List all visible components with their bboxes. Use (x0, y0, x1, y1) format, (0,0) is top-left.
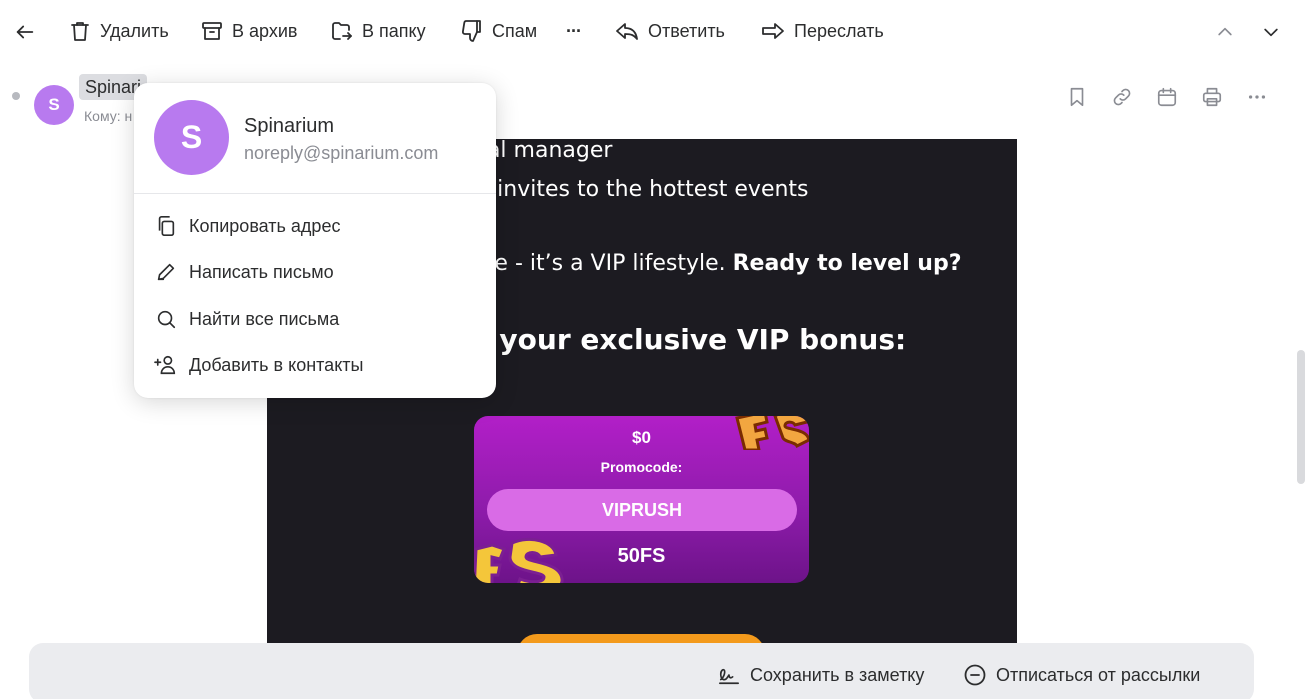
email-line-3-text: me - it’s a VIP lifestyle. (473, 251, 733, 276)
delete-button[interactable]: Удалить (68, 16, 169, 46)
chevron-down-icon (1264, 28, 1278, 37)
more-icon (1248, 94, 1265, 99)
delete-label: Удалить (100, 20, 169, 41)
forward-label: Переслать (794, 20, 884, 41)
add-contact-icon (154, 353, 178, 377)
write-letter-item[interactable]: Написать письмо (154, 257, 334, 287)
forward-icon (762, 23, 784, 39)
scrollbar (1295, 62, 1309, 699)
folder-move-icon (332, 22, 352, 40)
move-to-folder-button[interactable]: В папку (330, 16, 426, 46)
thumbs-down-icon (462, 20, 481, 42)
copy-address-label: Копировать адрес (189, 215, 341, 236)
move-to-folder-label: В папку (362, 20, 426, 41)
back-button[interactable] (12, 19, 38, 45)
message-actions (1064, 84, 1269, 109)
reply-button[interactable]: Ответить (614, 16, 725, 46)
copy-address-item[interactable]: Копировать адрес (154, 211, 340, 241)
next-message-button[interactable] (1258, 19, 1284, 45)
email-heading: s your exclusive VIP bonus: (473, 323, 907, 356)
email-line-3-bold: Ready to level up? (732, 251, 962, 276)
popup-divider (134, 193, 496, 194)
copy-link-button[interactable] (1109, 84, 1134, 109)
mail-view: Удалить В архив В папку Спам ··· Ответит… (0, 0, 1309, 699)
calendar-button[interactable] (1154, 84, 1179, 109)
reply-icon (616, 23, 638, 40)
reply-label: Ответить (648, 20, 725, 41)
bookmark-button[interactable] (1064, 84, 1089, 109)
unsubscribe-label: Отписаться от рассылки (996, 664, 1201, 685)
previous-message-button[interactable] (1212, 19, 1238, 45)
chevron-up-icon (1218, 27, 1232, 36)
spam-button[interactable]: Спам (460, 16, 537, 46)
popup-sender-email: noreply@spinarium.com (244, 143, 439, 163)
arrow-left-icon (16, 25, 34, 39)
bookmark-icon (1070, 87, 1083, 106)
add-to-contacts-item[interactable]: Добавить в контакты (154, 350, 363, 380)
add-to-contacts-label: Добавить в контакты (189, 354, 364, 375)
promo-label: Promocode: (600, 459, 683, 475)
toolbar-more-button[interactable]: ··· (566, 16, 582, 46)
more-dots-icon: ··· (566, 20, 582, 41)
forward-button[interactable]: Переслать (760, 16, 884, 46)
print-icon (1202, 87, 1221, 106)
archive-icon (202, 22, 222, 40)
calendar-icon (1157, 87, 1176, 106)
popup-sender-name: Spinarium (244, 115, 335, 137)
unsubscribe-button[interactable]: Отписаться от рассылки (963, 661, 1200, 689)
promo-amount: $0 (632, 428, 651, 447)
promo-card: $0 Promocode: VIPRUSH 50FS (474, 416, 809, 583)
archive-button[interactable]: В архив (200, 16, 297, 46)
archive-label: В архив (232, 20, 298, 41)
popup-avatar: S (154, 100, 229, 175)
fs-letters-image (474, 538, 564, 583)
write-letter-label: Написать письмо (189, 261, 334, 282)
unread-dot[interactable] (12, 92, 20, 100)
recipient-line: Кому: н (84, 108, 133, 124)
email-line-2: & invites to the hottest events (473, 177, 809, 202)
minus-circle-icon (964, 664, 986, 686)
find-all-letters-label: Найти все письма (189, 308, 340, 329)
pencil-icon (154, 260, 178, 284)
bottom-action-bar: Сохранить в заметку Отписаться от рассыл… (29, 643, 1254, 699)
copy-icon (154, 214, 178, 238)
save-to-note-label: Сохранить в заметку (750, 664, 925, 685)
note-signature-icon (719, 668, 739, 685)
search-icon (154, 307, 178, 331)
scrollbar-thumb[interactable] (1297, 350, 1305, 484)
message-more-button[interactable] (1244, 84, 1269, 109)
promo-code-button[interactable]: VIPRUSH (487, 489, 797, 531)
email-line-3: me - it’s a VIP lifestyle. Ready to leve… (473, 251, 961, 276)
link-icon (1113, 88, 1130, 105)
trash-icon (71, 22, 89, 41)
spam-label: Спам (492, 20, 538, 41)
message-toolbar: Удалить В архив В папку Спам ··· Ответит… (0, 0, 1309, 62)
print-button[interactable] (1199, 84, 1224, 109)
sender-popup: S Spinarium noreply@spinarium.com Копиро… (134, 83, 496, 398)
save-to-note-button[interactable]: Сохранить в заметку (717, 661, 924, 689)
sender-avatar[interactable]: S (34, 85, 74, 125)
find-all-letters-item[interactable]: Найти все письма (154, 304, 339, 334)
